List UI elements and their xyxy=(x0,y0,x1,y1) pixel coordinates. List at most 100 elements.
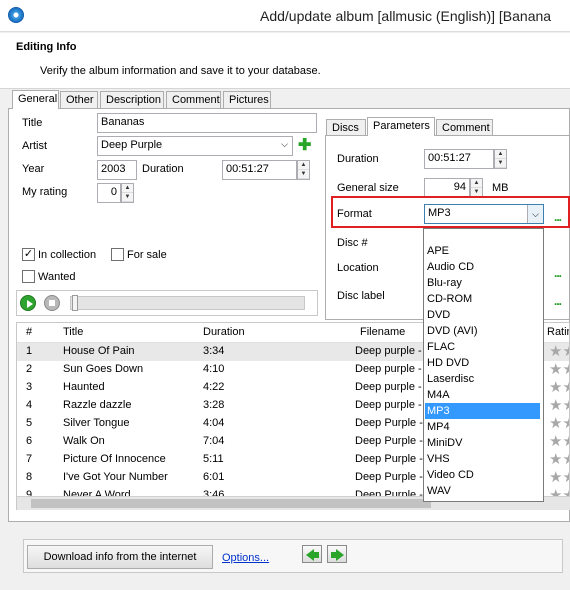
chevron-down-icon[interactable]: ⌵ xyxy=(527,205,543,223)
track-title: Sun Goes Down xyxy=(63,363,144,375)
stop-icon[interactable] xyxy=(44,295,60,311)
rating-star-icon[interactable]: ★★ xyxy=(549,362,569,377)
track-number: 3 xyxy=(26,381,33,393)
artist-value: Deep Purple xyxy=(101,139,163,151)
col-rating[interactable]: Ratin xyxy=(547,326,569,338)
seek-slider[interactable] xyxy=(70,296,305,310)
spin-up-icon[interactable]: ▲ xyxy=(298,161,309,170)
rating-input[interactable]: 0 xyxy=(97,183,121,203)
format-option[interactable]: Video CD xyxy=(425,467,540,483)
artist-select[interactable]: Deep Purple ⌵ xyxy=(97,136,293,156)
previous-button[interactable] xyxy=(302,545,322,563)
download-info-button[interactable]: Download info from the internet xyxy=(27,545,213,569)
track-filename: Deep Purple - xyxy=(355,471,423,483)
col-title[interactable]: Title xyxy=(63,326,83,338)
wanted-checkbox[interactable] xyxy=(22,270,35,283)
rating-star-icon[interactable]: ★★ xyxy=(549,380,569,395)
scrollbar-thumb[interactable] xyxy=(31,499,431,508)
tab-general[interactable]: General xyxy=(12,90,59,109)
track-title: Walk On xyxy=(63,435,105,447)
rating-star-icon[interactable]: ★★ xyxy=(549,470,569,485)
spin-up-icon[interactable]: ▲ xyxy=(122,184,133,193)
format-more-button[interactable]: ... xyxy=(554,210,562,224)
param-duration-input[interactable]: 00:51:27 xyxy=(424,149,494,169)
arrow-right-icon xyxy=(336,549,344,561)
format-option[interactable]: Audio CD xyxy=(425,259,540,275)
dialog-header: Editing Info Verify the album informatio… xyxy=(0,33,570,89)
track-title: Silver Tongue xyxy=(63,417,130,429)
rating-star-icon[interactable]: ★★ xyxy=(549,452,569,467)
tab-discs[interactable]: Discs xyxy=(326,119,366,136)
tab-inner-comment[interactable]: Comment xyxy=(436,119,493,136)
format-option[interactable]: M4A xyxy=(425,387,540,403)
header-title: Editing Info xyxy=(16,41,77,53)
spin-down-icon[interactable]: ▼ xyxy=(122,193,133,202)
seek-handle[interactable] xyxy=(72,295,78,311)
format-option[interactable]: MP4 xyxy=(425,419,540,435)
title-label: Title xyxy=(22,117,43,129)
rating-label: My rating xyxy=(22,186,68,198)
track-filename: Deep purple - xyxy=(355,399,422,411)
format-option[interactable]: Blu-ray xyxy=(425,275,540,291)
tab-other[interactable]: Other xyxy=(60,91,98,108)
rating-star-icon[interactable]: ★★ xyxy=(549,434,569,449)
format-option[interactable]: APE xyxy=(425,243,540,259)
size-spinner[interactable]: ▲ ▼ xyxy=(470,178,483,198)
spin-up-icon[interactable]: ▲ xyxy=(495,150,506,159)
track-title: Haunted xyxy=(63,381,105,393)
rating-star-icon[interactable]: ★★ xyxy=(549,398,569,413)
options-link[interactable]: Options... xyxy=(222,552,269,564)
title-bar: Add/update album [allmusic (English)] [B… xyxy=(0,0,570,32)
next-button[interactable] xyxy=(327,545,347,563)
track-title: House Of Pain xyxy=(63,345,135,357)
in-collection-checkbox[interactable]: ✓ xyxy=(22,248,35,261)
year-input[interactable]: 2003 xyxy=(97,160,137,180)
app-disc-icon[interactable] xyxy=(8,7,24,23)
rating-star-icon[interactable]: ★★ xyxy=(549,344,569,359)
size-input[interactable]: 94 xyxy=(424,178,470,198)
rating-spinner[interactable]: ▲ ▼ xyxy=(121,183,134,203)
add-artist-icon[interactable]: ✚ xyxy=(298,138,311,154)
format-label: Format xyxy=(337,208,372,220)
format-option[interactable]: DVD (AVI) xyxy=(425,323,540,339)
tab-parameters[interactable]: Parameters xyxy=(367,117,435,136)
tab-description[interactable]: Description xyxy=(100,91,164,108)
format-option[interactable]: CD-ROM xyxy=(425,291,540,307)
track-duration: 5:11 xyxy=(203,453,224,465)
format-dropdown-list[interactable]: APE Audio CD Blu-ray CD-ROM DVD DVD (AVI) FLAC… xyxy=(423,228,544,502)
for-sale-checkbox[interactable] xyxy=(111,248,124,261)
tab-pictures[interactable]: Pictures xyxy=(223,91,271,108)
spin-up-icon[interactable]: ▲ xyxy=(471,179,482,188)
disc-label-more-button[interactable]: ... xyxy=(554,294,562,308)
duration-spinner[interactable]: ▲ ▼ xyxy=(297,160,310,180)
track-filename: Deep purple - xyxy=(355,381,422,393)
tab-comment[interactable]: Comment xyxy=(166,91,221,108)
format-option[interactable]: WAV xyxy=(425,483,540,499)
duration-input[interactable]: 00:51:27 xyxy=(222,160,297,180)
col-duration[interactable]: Duration xyxy=(203,326,245,338)
track-duration: 7:04 xyxy=(203,435,225,447)
format-option[interactable]: HD DVD xyxy=(425,355,540,371)
track-number: 8 xyxy=(26,471,33,483)
format-option[interactable]: DVD xyxy=(425,307,540,323)
spin-down-icon[interactable]: ▼ xyxy=(298,170,309,179)
format-select[interactable]: MP3 ⌵ xyxy=(424,204,544,224)
format-option[interactable]: Laserdisc xyxy=(425,371,540,387)
col-number[interactable]: # xyxy=(26,326,32,338)
wanted-label: Wanted xyxy=(38,271,76,283)
format-option[interactable]: FLAC xyxy=(425,339,540,355)
play-icon[interactable] xyxy=(20,295,36,311)
param-duration-spinner[interactable]: ▲ ▼ xyxy=(494,149,507,169)
format-option[interactable]: MP3 xyxy=(425,403,540,419)
size-label: General size xyxy=(337,182,399,194)
album-title-input[interactable]: Bananas xyxy=(97,113,317,133)
format-option[interactable]: VHS xyxy=(425,451,540,467)
artist-label: Artist xyxy=(22,140,48,152)
format-option[interactable]: MiniDV xyxy=(425,435,540,451)
spin-down-icon[interactable]: ▼ xyxy=(495,159,506,168)
disc-number-label: Disc # xyxy=(337,237,368,249)
rating-star-icon[interactable]: ★★ xyxy=(549,416,569,431)
location-more-button[interactable]: ... xyxy=(554,266,562,280)
col-filename[interactable]: Filename xyxy=(360,326,405,338)
track-duration: 3:28 xyxy=(203,399,225,411)
